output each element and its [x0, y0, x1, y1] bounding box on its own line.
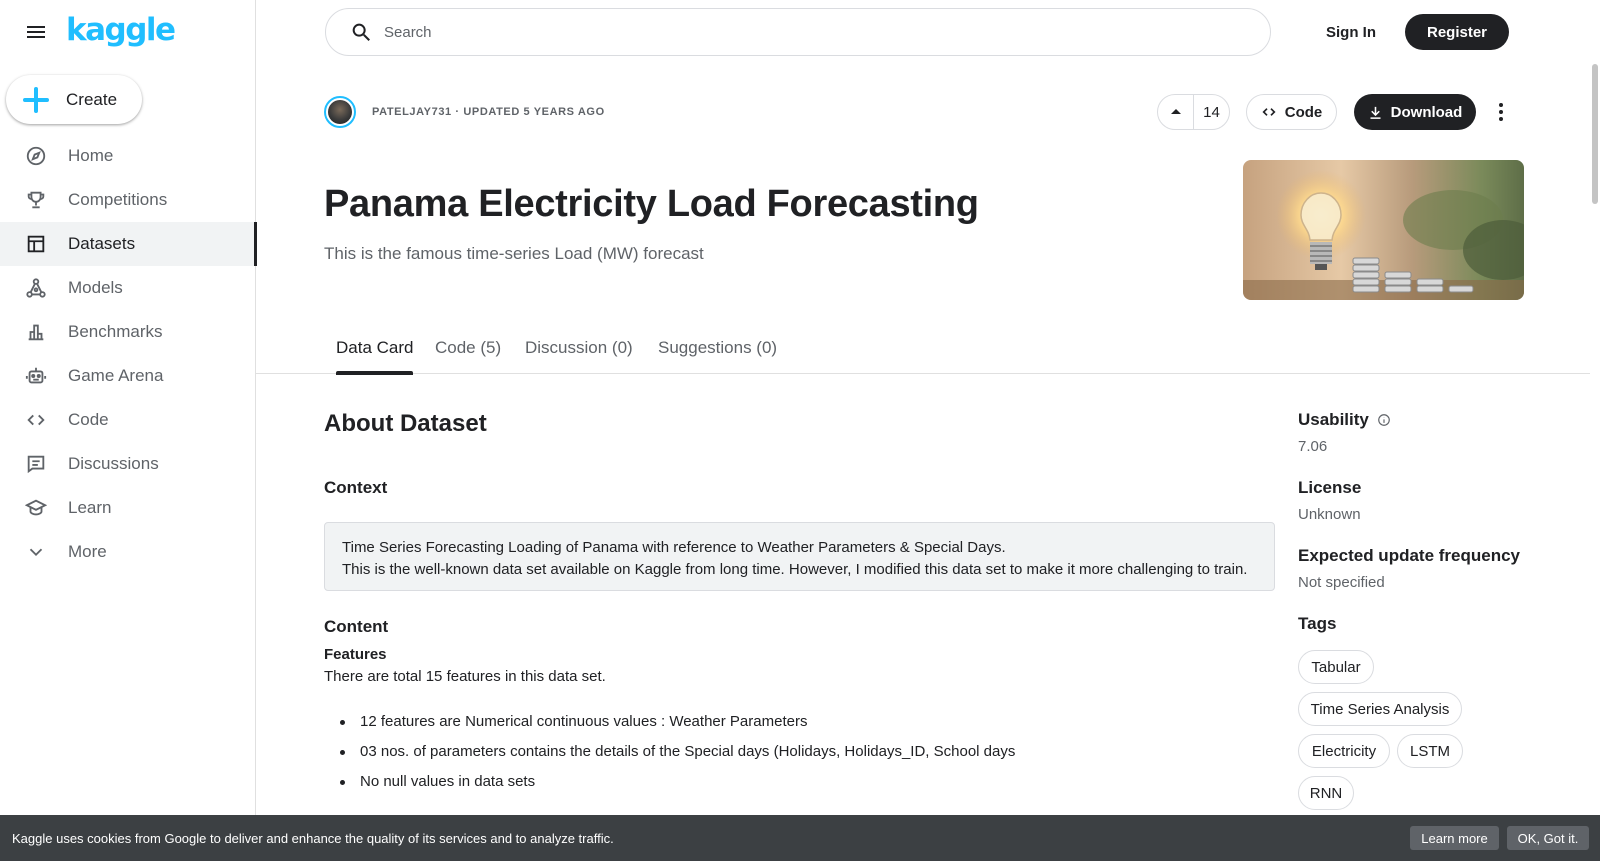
features-list: 12 features are Numerical continuous val… [340, 712, 1015, 802]
kaggle-logo[interactable]: kaggle [66, 12, 176, 48]
features-heading: Features [324, 646, 387, 663]
page-subtitle: This is the famous time-series Load (MW)… [324, 244, 704, 263]
page-title: Panama Electricity Load Forecasting [324, 183, 979, 225]
usability-value: 7.06 [1298, 438, 1328, 455]
table-icon [24, 232, 48, 256]
download-icon [1370, 106, 1381, 119]
tab-suggestions[interactable]: Suggestions (0) [658, 330, 777, 374]
sidebar-item-competitions[interactable]: Competitions [0, 178, 256, 222]
list-item: No null values in data sets [340, 772, 1015, 802]
download-button-label: Download [1390, 103, 1463, 121]
context-line: This is the well-known data set availabl… [342, 561, 1248, 578]
search-icon [352, 23, 370, 41]
sidebar-item-datasets[interactable]: Datasets [0, 222, 257, 266]
cookie-text: Kaggle uses cookies from Google to deliv… [12, 830, 614, 846]
vote-count: 14 [1203, 103, 1220, 121]
frequency-value: Not specified [1298, 574, 1385, 591]
about-heading: About Dataset [324, 410, 487, 437]
register-button[interactable]: Register [1405, 14, 1509, 50]
sidebar-item-more[interactable]: More [0, 530, 256, 574]
context-heading: Context [324, 478, 388, 497]
info-icon[interactable] [1377, 413, 1391, 427]
sidebar-item-label: Discussions [68, 454, 159, 473]
cookie-banner: Kaggle uses cookies from Google to deliv… [0, 815, 1600, 861]
sidebar-item-label: Models [68, 278, 123, 297]
context-line: Time Series Forecasting Loading of Panam… [342, 539, 1006, 556]
ok-got-it-button[interactable]: OK, Got it. [1507, 826, 1589, 850]
license-value: Unknown [1298, 506, 1361, 523]
caret-up-icon [1170, 109, 1181, 114]
frequency-label: Expected update frequency [1298, 546, 1521, 565]
tags-label-block: Tags [1298, 614, 1336, 634]
bar-chart-icon [24, 320, 48, 344]
compass-icon [24, 144, 48, 168]
sidebar-item-discussions[interactable]: Discussions [0, 442, 256, 486]
upvote-button[interactable] [1158, 95, 1194, 129]
chevron-down-icon [24, 540, 48, 564]
tag-chip[interactable]: RNN [1298, 776, 1354, 810]
learn-more-button[interactable]: Learn more [1410, 826, 1499, 850]
tab-data-card[interactable]: Data Card [336, 330, 414, 375]
usability-label: Usability [1298, 410, 1369, 429]
more-options-icon[interactable] [1489, 98, 1513, 126]
comments-icon [24, 452, 48, 476]
list-item: 12 features are Numerical continuous val… [340, 712, 1015, 742]
sidebar-item-label: Home [68, 146, 114, 165]
sidebar: kaggle Create Home Competitions Datasets [0, 0, 257, 861]
sidebar-item-label: Learn [68, 498, 112, 517]
dataset-tabs: Data Card Code (5) Discussion (0) Sugges… [256, 330, 1590, 375]
scrollbar-thumb[interactable] [1592, 64, 1598, 204]
search-input[interactable] [384, 23, 1224, 41]
sidebar-item-label: Code [68, 410, 109, 429]
tag-chip[interactable]: Tabular [1298, 650, 1374, 684]
plus-icon [23, 86, 49, 113]
search-bar[interactable] [325, 8, 1271, 56]
avatar[interactable] [324, 96, 356, 128]
download-button[interactable]: Download [1354, 94, 1476, 130]
sidebar-item-benchmarks[interactable]: Benchmarks [0, 310, 256, 354]
tag-chip[interactable]: LSTM [1397, 734, 1463, 768]
tags-label: Tags [1298, 614, 1337, 633]
sidebar-item-home[interactable]: Home [0, 134, 256, 178]
sidebar-item-label: Competitions [68, 190, 168, 209]
trophy-icon [24, 188, 48, 212]
features-text: There are total 15 features in this data… [324, 668, 606, 685]
tag-chip[interactable]: Time Series Analysis [1298, 692, 1462, 726]
menu-icon[interactable] [24, 21, 48, 45]
context-box: Time Series Forecasting Loading of Panam… [324, 522, 1275, 591]
sidebar-header: kaggle [0, 0, 256, 66]
create-label: Create [66, 89, 118, 109]
dataset-cover-image [1243, 160, 1524, 300]
sidebar-item-label: More [68, 542, 107, 561]
frequency-block: Expected update frequency Not specified [1298, 546, 1538, 591]
robot-icon [24, 364, 48, 388]
sign-in-button[interactable]: Sign In [1305, 14, 1397, 50]
tab-code[interactable]: Code (5) [435, 330, 501, 374]
models-icon [24, 276, 48, 300]
create-button[interactable]: Create [6, 75, 142, 124]
sidebar-item-models[interactable]: Models [0, 266, 256, 310]
dataset-meta: PATELJAY731 · UPDATED 5 YEARS AGO [372, 106, 605, 118]
tag-chip[interactable]: Electricity [1298, 734, 1390, 768]
content-heading: Content [324, 617, 389, 636]
code-icon [1262, 108, 1276, 116]
list-item: 03 nos. of parameters contains the detai… [340, 742, 1015, 772]
sidebar-nav: Home Competitions Datasets Models Benchm… [0, 134, 257, 574]
code-button-label: Code [1284, 103, 1323, 121]
code-icon [24, 408, 48, 432]
sidebar-item-game-arena[interactable]: Game Arena [0, 354, 256, 398]
sidebar-item-label: Datasets [68, 234, 136, 253]
sidebar-item-code[interactable]: Code [0, 398, 256, 442]
vote-control: 14 [1157, 94, 1230, 130]
sidebar-item-learn[interactable]: Learn [0, 486, 256, 530]
sidebar-item-label: Benchmarks [68, 322, 163, 341]
license-block: License Unknown [1298, 478, 1361, 523]
usability-block: Usability 7.06 [1298, 410, 1391, 455]
graduation-cap-icon [24, 496, 48, 520]
tab-discussion[interactable]: Discussion (0) [525, 330, 633, 374]
license-label: License [1298, 478, 1362, 497]
code-button[interactable]: Code [1246, 94, 1337, 130]
page-scrollbar[interactable] [1590, 0, 1600, 815]
sidebar-item-label: Game Arena [68, 366, 164, 385]
